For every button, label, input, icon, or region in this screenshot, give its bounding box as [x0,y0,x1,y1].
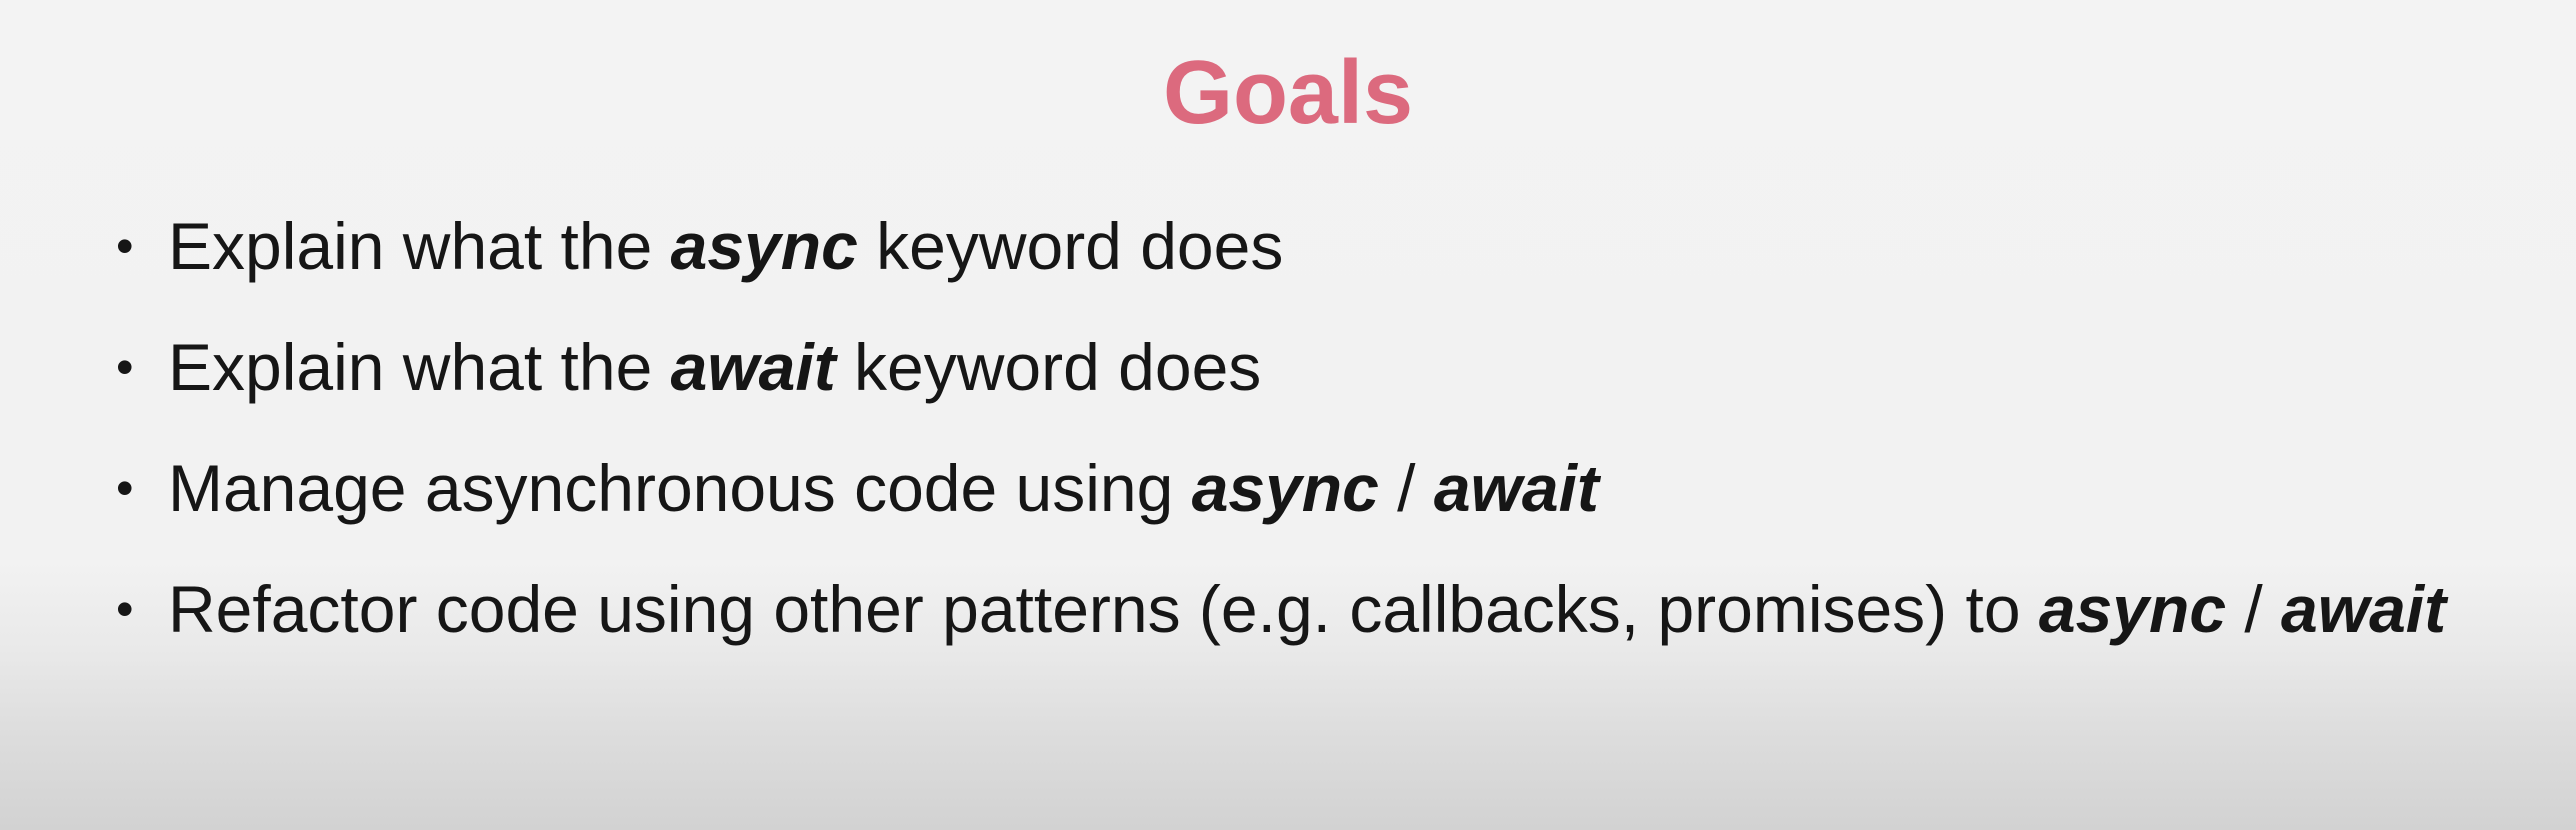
goals-list: • Explain what the async keyword does • … [116,196,2498,659]
keyword-await: await [1433,451,1599,525]
bullet-icon: • [116,218,134,274]
goal-text: Explain what the [168,209,671,283]
keyword-separator: / [1378,451,1434,525]
keyword-async: async [2038,572,2227,646]
goal-text: keyword does [857,209,1284,283]
bullet-icon: • [116,339,134,395]
keyword-await: await [2281,572,2447,646]
keyword-await: await [670,330,836,404]
goal-text: Refactor code using other patterns (e.g.… [168,572,2039,646]
goal-item-refactor-code: • Refactor code using other patterns (e.… [116,559,2498,659]
bullet-icon: • [116,581,134,637]
bullet-icon: • [116,460,134,516]
goal-item-await-keyword: • Explain what the await keyword does [116,317,2498,417]
slide-title: Goals [1162,43,1414,143]
goal-item-manage-async-code: • Manage asynchronous code using async /… [116,438,2498,538]
slide: Goals • Explain what the async keyword d… [0,0,2576,830]
goal-item-async-keyword: • Explain what the async keyword does [116,196,2498,296]
goal-text: Explain what the [168,330,671,404]
keyword-separator: / [2226,572,2282,646]
goal-text: keyword does [835,330,1262,404]
keyword-async: async [670,209,858,283]
keyword-async: async [1191,451,1379,525]
goal-text: Manage asynchronous code using [168,451,1192,525]
